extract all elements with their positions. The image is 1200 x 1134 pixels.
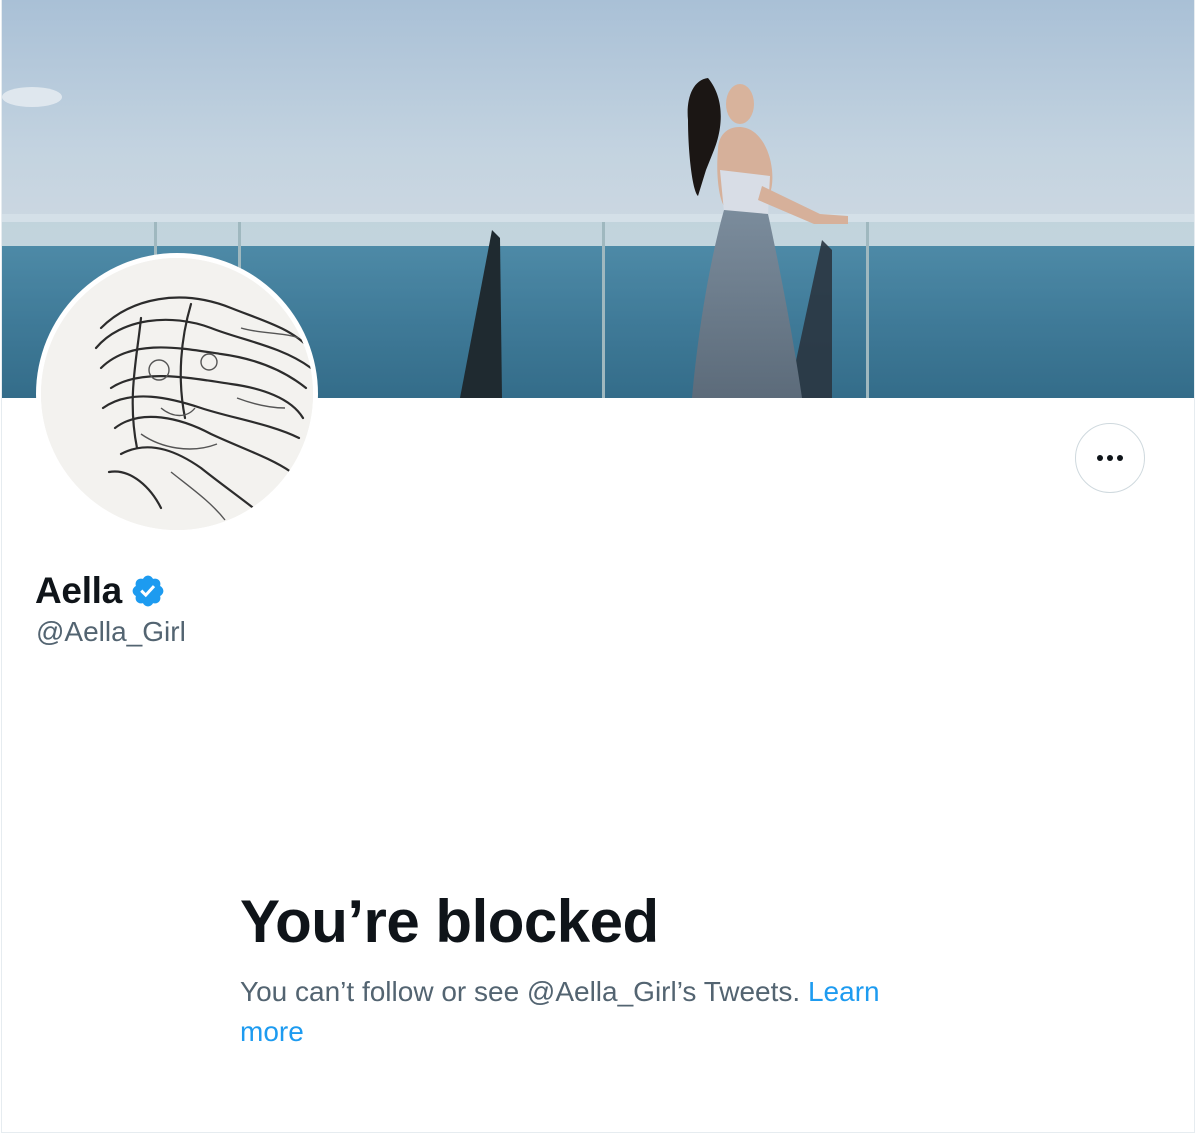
profile-handle: @Aella_Girl — [36, 616, 186, 647]
display-name: Aella — [35, 570, 122, 611]
more-horizontal-icon — [1097, 455, 1123, 461]
more-options-button[interactable] — [1075, 423, 1145, 493]
blocked-title: You’re blocked — [240, 888, 659, 955]
blocked-message-text: You can’t follow or see @Aella_Girl’s Tw… — [240, 976, 808, 1007]
verified-badge-icon[interactable] — [130, 573, 166, 609]
avatar-image — [41, 258, 313, 530]
profile-name-row: Aella — [35, 568, 166, 614]
blocked-message: You can’t follow or see @Aella_Girl’s Tw… — [240, 972, 940, 1052]
profile-page: Aella @Aella_Girl You’re blocked You can… — [1, 0, 1195, 1133]
profile-avatar[interactable] — [36, 253, 318, 535]
